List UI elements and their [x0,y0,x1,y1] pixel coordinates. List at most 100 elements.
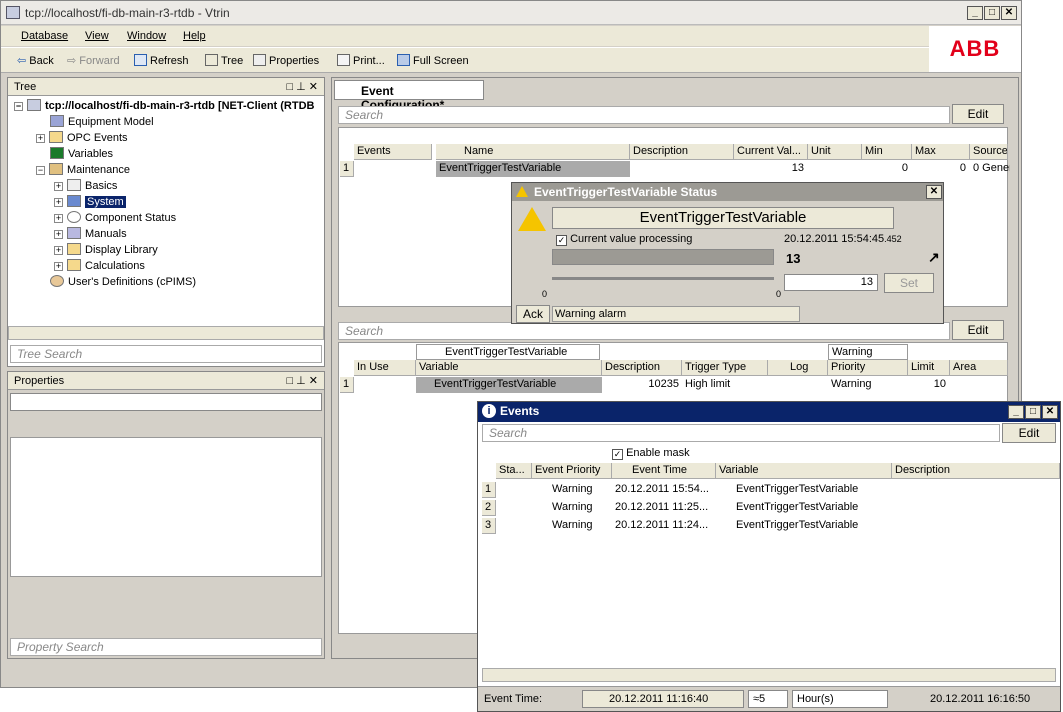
col-source[interactable]: Source [970,144,1008,160]
set-button[interactable]: Set [884,273,934,293]
row-name[interactable]: EventTriggerTestVariable [436,161,630,177]
tree-item-equipment-model[interactable]: Equipment Model [50,115,154,128]
maximize-button[interactable]: □ [984,6,1000,20]
tree-item-opc-events[interactable]: + OPC Events [36,131,128,144]
tree-item-display-library[interactable]: + Display Library [54,243,158,256]
close-button[interactable]: ✕ [1001,6,1017,20]
properties-object-select[interactable] [10,393,322,411]
tree-root[interactable]: − tcp://localhost/fi-db-main-r3-rtdb [NET… [14,99,314,112]
col-event-variable[interactable]: Variable [716,463,892,479]
tree-item-manuals[interactable]: + Manuals [54,227,127,240]
event-config-edit-button[interactable]: Edit [952,104,1004,124]
col-current-value[interactable]: Current Val... [734,144,808,160]
triggers-search-input[interactable]: Search [338,322,950,340]
event-row-priority[interactable]: Warning [534,500,612,516]
menu-view[interactable]: View [85,30,109,42]
event-row-variable[interactable]: EventTriggerTestVariable [716,482,892,498]
event-row-time[interactable]: 20.12.2011 11:24... [612,518,716,534]
events-maximize-button[interactable]: □ [1025,405,1041,419]
events-close-button[interactable]: ✕ [1042,405,1058,419]
menu-help[interactable]: Help [183,30,206,42]
row-min: 0 [901,162,908,174]
properties-button[interactable]: Properties [253,54,319,67]
folder-icon [67,259,81,271]
col-name[interactable]: Name [436,144,630,160]
properties-tool-icons[interactable] [13,416,105,434]
tree-item-component-status[interactable]: + Component Status [54,211,176,224]
tree-item-calculations[interactable]: + Calculations [54,259,145,272]
event-row-variable[interactable]: EventTriggerTestVariable [716,500,892,516]
col-limit[interactable]: Limit [908,360,950,376]
tree-item-system[interactable]: + System [54,195,126,208]
tree-item-variables[interactable]: Variables [50,147,113,160]
col-variable[interactable]: Variable [416,360,602,376]
tree-button[interactable]: Tree [205,54,243,67]
event-time-label: Event Time: [484,693,543,705]
enable-mask-checkbox[interactable]: ✓ Enable mask [612,447,690,460]
col-log[interactable]: Log [768,360,828,376]
col-events[interactable]: Events [354,144,432,160]
value-slider[interactable] [552,277,774,280]
events-h-scrollbar[interactable] [482,668,1056,682]
col-event-time[interactable]: Event Time [612,463,716,479]
col-trigger-description[interactable]: Description [602,360,682,376]
filter-variable-select[interactable]: EventTriggerTestVariable [416,344,600,360]
col-description[interactable]: Description [630,144,734,160]
wrench-icon [49,163,63,175]
tree-item-maintenance[interactable]: − Maintenance [36,163,130,176]
col-min[interactable]: Min [862,144,912,160]
col-in-use[interactable]: In Use [354,360,416,376]
info-icon: i [482,404,496,418]
ack-button[interactable]: Ack [516,305,550,323]
menu-database[interactable]: Database [21,30,68,42]
database-icon [27,99,41,111]
event-row-variable[interactable]: EventTriggerTestVariable [716,518,892,534]
filter-priority-select[interactable]: Warning [828,344,908,360]
col-area[interactable]: Area [950,360,1008,376]
tree-item-users-definitions[interactable]: User's Definitions (cPIMS) [50,275,196,288]
events-search-input[interactable]: Search [482,424,1000,442]
event-row-time[interactable]: 20.12.2011 15:54... [612,482,716,498]
event-time-start[interactable]: 20.12.2011 11:16:40 [582,690,744,708]
property-search-input[interactable]: Property Search [10,638,322,656]
col-event-description[interactable]: Description [892,463,1060,479]
event-time-unit-select[interactable]: Hour(s) [792,690,888,708]
status-dialog: EventTriggerTestVariable Status ✕ EventT… [511,182,944,324]
triggers-edit-button[interactable]: Edit [952,320,1004,340]
event-config-search-input[interactable]: Search [338,106,950,124]
minimize-button[interactable]: _ [967,6,983,20]
menu-window[interactable]: Window [127,30,166,42]
current-value-processing[interactable]: ✓ Current value processing [556,233,692,246]
event-row-priority[interactable]: Warning [534,482,612,498]
set-value-input[interactable]: 13 [784,274,878,291]
events-minimize-button[interactable]: _ [1008,405,1024,419]
col-status[interactable]: Sta... [496,463,532,479]
refresh-button[interactable]: Refresh [134,54,189,67]
trigger-row-variable[interactable]: EventTriggerTestVariable [416,377,602,393]
forward-button[interactable]: ⇨ Forward [67,54,120,67]
col-unit[interactable]: Unit [808,144,862,160]
status-close-button[interactable]: ✕ [926,185,942,199]
event-row-time[interactable]: 20.12.2011 11:25... [612,500,716,516]
tab-event-configuration[interactable]: Event Configuration* [334,80,484,112]
col-trigger-type[interactable]: Trigger Type [682,360,768,376]
fullscreen-button[interactable]: Full Screen [397,54,469,67]
event-time-end[interactable]: 20.12.2011 16:16:50 [930,693,1030,705]
print-button[interactable]: Print... [337,54,385,67]
col-event-priority[interactable]: Event Priority [532,463,612,479]
events-edit-button[interactable]: Edit [1002,423,1056,443]
folder-icon [49,131,63,143]
tree-item-basics[interactable]: + Basics [54,179,117,192]
event-row-priority[interactable]: Warning [534,518,612,534]
col-max[interactable]: Max [912,144,970,160]
event-time-span-select[interactable]: ≈5 [748,690,788,708]
back-button[interactable]: ⇦ Back [17,54,54,67]
tree-search-input[interactable]: Tree Search [10,345,322,363]
tree-h-scrollbar[interactable] [8,326,324,340]
trigger-row-priority: Warning [831,378,872,390]
trigger-row-limit: 10 [933,378,946,390]
col-priority[interactable]: Priority [828,360,908,376]
cube-icon [50,115,64,127]
properties-grid [10,437,322,577]
fullscreen-icon [397,54,410,66]
